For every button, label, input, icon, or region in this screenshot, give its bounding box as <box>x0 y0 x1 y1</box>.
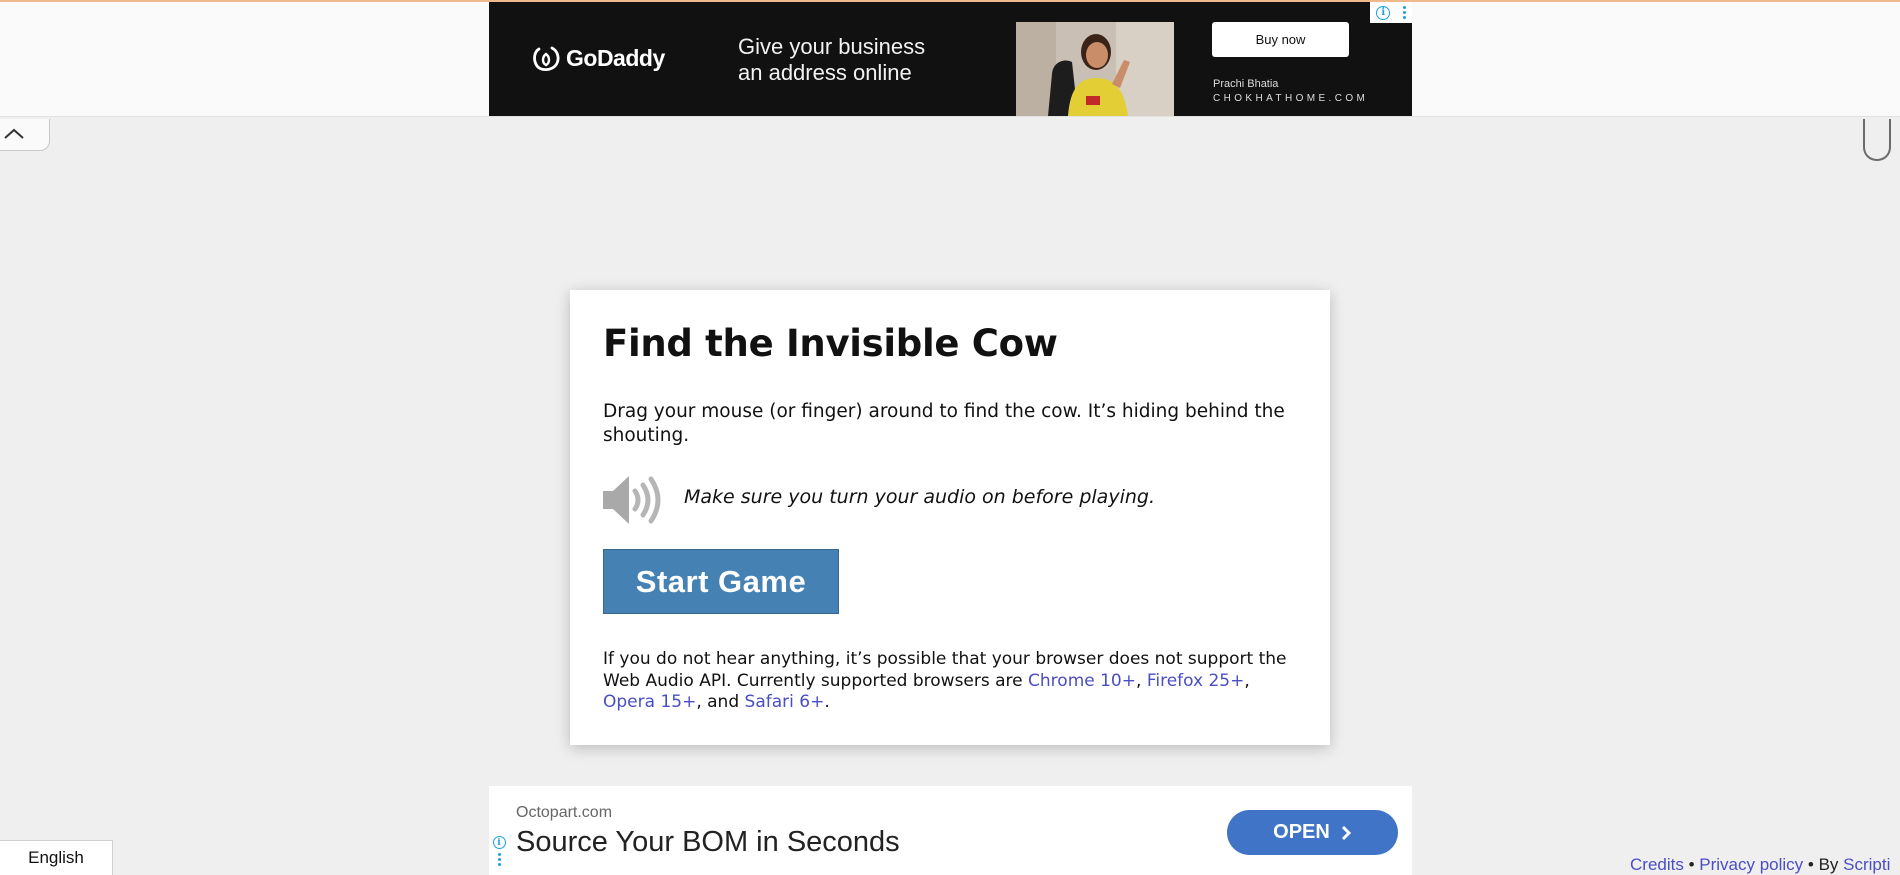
page-title: Find the Invisible Cow <box>603 322 1058 365</box>
buy-now-button[interactable]: Buy now <box>1212 22 1349 57</box>
footer-separator: • <box>1683 855 1700 874</box>
open-button-label: OPEN <box>1273 821 1330 843</box>
language-selector[interactable]: English <box>0 840 113 875</box>
kebab-menu-icon[interactable] <box>1402 6 1406 19</box>
audio-note: Make sure you turn your audio on before … <box>684 486 1155 508</box>
open-button[interactable]: OPEN <box>1227 810 1398 855</box>
godaddy-brand: GoDaddy <box>566 44 665 71</box>
adchoices-bottom[interactable]: i <box>491 836 507 874</box>
ad-headline: Give your business an address online <box>738 34 998 86</box>
start-game-button[interactable]: Start Game <box>603 549 839 614</box>
info-icon[interactable]: i <box>1376 5 1391 20</box>
ad-headline-line-2: an address online <box>738 60 912 85</box>
browser-support-note: If you do not hear anything, it’s possib… <box>603 649 1303 714</box>
chevron-up-icon <box>4 128 24 139</box>
info-icon[interactable]: i <box>492 836 506 849</box>
ad-headline-line-1: Give your business <box>738 34 926 59</box>
separator: , <box>1136 670 1147 691</box>
chrome-link[interactable]: Chrome 10+ <box>1028 671 1136 691</box>
author-link[interactable]: Scripti <box>1843 855 1890 874</box>
ad-site: CHOKHATHOME.COM <box>1213 93 1369 104</box>
game-description: Drag your mouse (or finger) around to fi… <box>603 401 1285 446</box>
godaddy-logo-icon <box>533 46 560 72</box>
speaker-icon <box>603 476 661 524</box>
chevron-right-icon <box>1341 825 1351 840</box>
godaddy-logo: GoDaddy <box>531 41 665 75</box>
ad-domain: Octopart.com <box>516 804 613 821</box>
safari-link[interactable]: Safari 6+ <box>745 692 825 712</box>
ad-photo <box>1016 22 1174 116</box>
privacy-policy-link[interactable]: Privacy policy <box>1699 855 1803 874</box>
separator: , <box>1244 670 1250 691</box>
by-label: By <box>1818 855 1844 874</box>
footer-separator: • <box>1803 855 1819 874</box>
top-ad-banner[interactable]: GoDaddy Give your business an address on… <box>489 2 1412 116</box>
credits-link[interactable]: Credits <box>1630 855 1684 874</box>
kebab-menu-icon[interactable] <box>497 853 501 866</box>
collapse-ad-button[interactable] <box>0 119 50 151</box>
separator: , and <box>696 692 745 712</box>
opera-link[interactable]: Opera 15+ <box>603 692 696 712</box>
ad-person-name: Prachi Bhatia <box>1213 78 1279 90</box>
ad-photo-illustration <box>1016 22 1174 116</box>
footer-links: Credits • Privacy policy • By Scripti <box>1630 855 1890 875</box>
scroll-handle-icon[interactable] <box>1862 119 1892 161</box>
bottom-ad-banner[interactable]: Octopart.com Source Your BOM in Seconds … <box>489 786 1412 875</box>
adchoices-top[interactable]: i <box>1370 2 1412 23</box>
firefox-link[interactable]: Firefox 25+ <box>1147 671 1245 691</box>
ad-headline: Source Your BOM in Seconds <box>516 826 900 858</box>
period: . <box>824 692 830 712</box>
game-card: Find the Invisible Cow Drag your mouse (… <box>570 290 1330 745</box>
